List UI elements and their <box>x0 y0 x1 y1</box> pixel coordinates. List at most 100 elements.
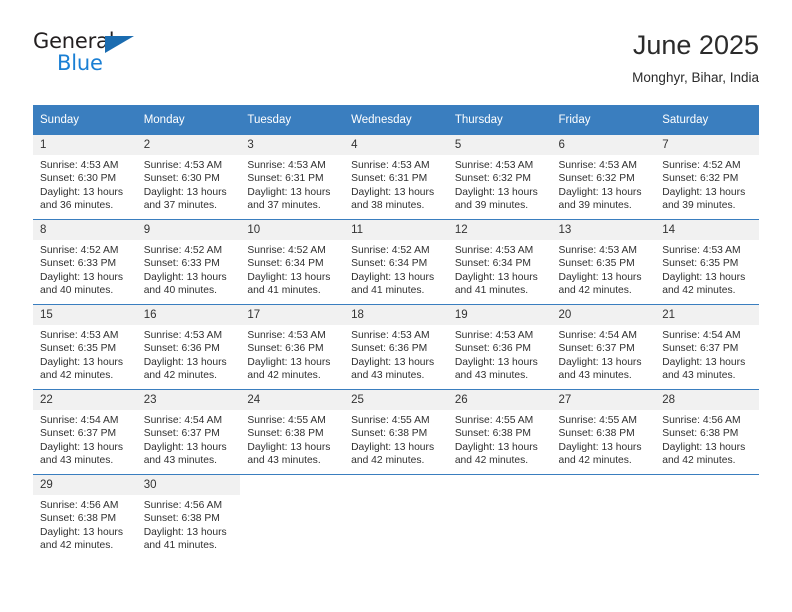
sunrise-text: Sunrise: 4:53 AM <box>143 330 223 341</box>
calendar-day-cell[interactable]: 27 Sunrise: 4:55 AM Sunset: 6:38 PM Dayligh… <box>551 390 656 474</box>
daylight-text: Daylight: 13 hours and 43 minutes. <box>40 441 123 466</box>
day-sun-info: Sunrise: 4:53 AM Sunset: 6:30 PM Daylight:… <box>33 155 137 212</box>
logo-text-blue: Blue <box>57 51 103 75</box>
day-sun-info: Sunrise: 4:55 AM Sunset: 6:38 PM Daylight:… <box>344 410 448 467</box>
daylight-text: Daylight: 13 hours and 42 minutes. <box>558 441 642 466</box>
day-sun-info: Sunrise: 4:53 AM Sunset: 6:30 PM Daylight:… <box>137 155 241 212</box>
day-sun-info: Sunrise: 4:52 AM Sunset: 6:33 PM Daylight:… <box>33 240 137 297</box>
calendar-day-cell[interactable]: 12 Sunrise: 4:53 AM Sunset: 6:34 PM Dayligh… <box>447 220 552 304</box>
sunrise-text: Sunrise: 4:55 AM <box>454 415 534 426</box>
daylight-text: Daylight: 13 hours and 42 minutes. <box>40 526 123 551</box>
daylight-text: Daylight: 13 hours and 42 minutes. <box>247 356 331 381</box>
daylight-text: Daylight: 13 hours and 42 minutes. <box>662 271 746 296</box>
calendar-body: 1 Sunrise: 4:53 AM Sunset: 6:30 PM Daylight… <box>33 135 759 559</box>
weekday-header-thursday: Thursday <box>447 105 552 135</box>
sunset-text: Sunset: 6:38 PM <box>143 513 220 525</box>
calendar-day-cell[interactable]: 20 Sunrise: 4:54 AM Sunset: 6:37 PM Dayligh… <box>551 305 656 389</box>
sunrise-text: Sunrise: 4:52 AM <box>40 245 119 256</box>
day-number: 2 <box>136 135 241 155</box>
sunrise-text: Sunrise: 4:53 AM <box>351 160 430 171</box>
calendar-day-cell[interactable]: 28 Sunrise: 4:56 AM Sunset: 6:38 PM Dayligh… <box>655 390 759 474</box>
calendar-day-cell[interactable]: 30 Sunrise: 4:56 AM Sunset: 6:38 PM Dayligh… <box>136 475 241 559</box>
day-number: 28 <box>655 390 759 410</box>
calendar-day-cell[interactable]: 25 Sunrise: 4:55 AM Sunset: 6:38 PM Dayligh… <box>344 390 448 474</box>
sunrise-text: Sunrise: 4:56 AM <box>662 415 741 426</box>
day-number <box>551 475 656 495</box>
day-sun-info: Sunrise: 4:53 AM Sunset: 6:31 PM Daylight:… <box>344 155 448 212</box>
day-number: 18 <box>344 305 448 325</box>
calendar-header-row: Sunday Monday Tuesday Wednesday Thursday… <box>33 105 759 135</box>
sunrise-text: Sunrise: 4:52 AM <box>247 245 326 256</box>
sunrise-text: Sunrise: 4:54 AM <box>662 330 741 341</box>
day-sun-info: Sunrise: 4:53 AM Sunset: 6:36 PM Daylight:… <box>137 325 241 382</box>
weekday-header-monday: Monday <box>136 105 241 135</box>
sunrise-text: Sunrise: 4:53 AM <box>143 160 223 171</box>
calendar-week-row: 1 Sunrise: 4:53 AM Sunset: 6:30 PM Daylight… <box>33 135 759 220</box>
sunset-text: Sunset: 6:38 PM <box>247 428 324 440</box>
calendar-page: General Blue June 2025 Monghyr, Bihar, I… <box>0 0 792 612</box>
calendar-day-cell[interactable]: 17 Sunrise: 4:53 AM Sunset: 6:36 PM Dayligh… <box>240 305 345 389</box>
sunrise-text: Sunrise: 4:55 AM <box>558 415 637 426</box>
calendar-day-cell[interactable]: 14 Sunrise: 4:53 AM Sunset: 6:35 PM Dayligh… <box>655 220 759 304</box>
day-sun-info: Sunrise: 4:53 AM Sunset: 6:31 PM Daylight:… <box>240 155 344 212</box>
calendar-day-cell[interactable]: 21 Sunrise: 4:54 AM Sunset: 6:37 PM Dayligh… <box>655 305 759 389</box>
calendar-day-cell[interactable]: 10 Sunrise: 4:52 AM Sunset: 6:34 PM Dayligh… <box>240 220 345 304</box>
sunset-text: Sunset: 6:38 PM <box>454 428 531 440</box>
day-sun-info: Sunrise: 4:52 AM Sunset: 6:34 PM Daylight:… <box>240 240 344 297</box>
day-sun-info: Sunrise: 4:53 AM Sunset: 6:35 PM Daylight:… <box>552 240 656 297</box>
calendar-day-cell[interactable]: 6 Sunrise: 4:53 AM Sunset: 6:32 PM Daylight… <box>551 135 656 219</box>
calendar-day-cell[interactable]: 11 Sunrise: 4:52 AM Sunset: 6:34 PM Dayligh… <box>344 220 448 304</box>
weekday-header-wednesday: Wednesday <box>344 105 448 135</box>
daylight-text: Daylight: 13 hours and 43 minutes. <box>247 441 331 466</box>
sunrise-text: Sunrise: 4:53 AM <box>454 160 534 171</box>
weekday-header-saturday: Saturday <box>655 105 759 135</box>
calendar-day-cell[interactable]: 4 Sunrise: 4:53 AM Sunset: 6:31 PM Daylight… <box>344 135 448 219</box>
day-number: 16 <box>136 305 241 325</box>
sunrise-text: Sunrise: 4:53 AM <box>247 330 326 341</box>
day-number: 22 <box>33 390 137 410</box>
calendar-day-cell[interactable]: 18 Sunrise: 4:53 AM Sunset: 6:36 PM Dayligh… <box>344 305 448 389</box>
calendar-day-cell[interactable]: 19 Sunrise: 4:53 AM Sunset: 6:36 PM Dayligh… <box>447 305 552 389</box>
calendar-week-row: 29 Sunrise: 4:56 AM Sunset: 6:38 PM Dayligh… <box>33 474 759 559</box>
calendar-day-cell[interactable]: 26 Sunrise: 4:55 AM Sunset: 6:38 PM Dayligh… <box>447 390 552 474</box>
daylight-text: Daylight: 13 hours and 43 minutes. <box>662 356 746 381</box>
calendar-day-cell[interactable]: 3 Sunrise: 4:53 AM Sunset: 6:31 PM Daylight… <box>240 135 345 219</box>
calendar-day-cell[interactable]: 13 Sunrise: 4:53 AM Sunset: 6:35 PM Dayligh… <box>551 220 656 304</box>
daylight-text: Daylight: 13 hours and 39 minutes. <box>454 186 538 211</box>
calendar-week-row: 22 Sunrise: 4:54 AM Sunset: 6:37 PM Dayligh… <box>33 389 759 475</box>
calendar-day-cell[interactable]: 1 Sunrise: 4:53 AM Sunset: 6:30 PM Daylight… <box>33 135 137 219</box>
calendar-day-cell[interactable]: 29 Sunrise: 4:56 AM Sunset: 6:38 PM Dayligh… <box>33 475 137 559</box>
day-sun-info: Sunrise: 4:53 AM Sunset: 6:36 PM Daylight:… <box>448 325 552 382</box>
sunrise-text: Sunrise: 4:53 AM <box>40 330 119 341</box>
day-sun-info: Sunrise: 4:52 AM Sunset: 6:33 PM Daylight:… <box>137 240 241 297</box>
daylight-text: Daylight: 13 hours and 43 minutes. <box>351 356 435 381</box>
daylight-text: Daylight: 13 hours and 39 minutes. <box>662 186 746 211</box>
day-number: 13 <box>551 220 656 240</box>
day-number: 15 <box>33 305 137 325</box>
calendar-day-cell[interactable]: 16 Sunrise: 4:53 AM Sunset: 6:36 PM Dayligh… <box>136 305 241 389</box>
day-number: 19 <box>447 305 552 325</box>
calendar-day-cell[interactable]: 2 Sunrise: 4:53 AM Sunset: 6:30 PM Daylight… <box>136 135 241 219</box>
logo-triangle-icon <box>105 36 134 53</box>
calendar-day-cell[interactable]: 5 Sunrise: 4:53 AM Sunset: 6:32 PM Daylight… <box>447 135 552 219</box>
calendar-empty-cell <box>551 475 656 559</box>
calendar-day-cell[interactable]: 7 Sunrise: 4:52 AM Sunset: 6:32 PM Daylight… <box>655 135 759 219</box>
weekday-header-sunday: Sunday <box>33 105 137 135</box>
sunset-text: Sunset: 6:33 PM <box>143 258 220 270</box>
calendar-day-cell[interactable]: 24 Sunrise: 4:55 AM Sunset: 6:38 PM Dayligh… <box>240 390 345 474</box>
calendar-day-cell[interactable]: 22 Sunrise: 4:54 AM Sunset: 6:37 PM Dayligh… <box>33 390 137 474</box>
sunset-text: Sunset: 6:34 PM <box>351 258 428 270</box>
calendar-day-cell[interactable]: 23 Sunrise: 4:54 AM Sunset: 6:37 PM Dayligh… <box>136 390 241 474</box>
day-sun-info: Sunrise: 4:56 AM Sunset: 6:38 PM Daylight:… <box>137 495 241 552</box>
sunset-text: Sunset: 6:36 PM <box>247 343 324 355</box>
calendar-day-cell[interactable]: 15 Sunrise: 4:53 AM Sunset: 6:35 PM Dayligh… <box>33 305 137 389</box>
calendar-day-cell[interactable]: 8 Sunrise: 4:52 AM Sunset: 6:33 PM Daylight… <box>33 220 137 304</box>
sunset-text: Sunset: 6:37 PM <box>558 343 635 355</box>
sunset-text: Sunset: 6:32 PM <box>558 173 635 185</box>
day-number <box>655 475 759 495</box>
day-sun-info: Sunrise: 4:53 AM Sunset: 6:32 PM Daylight:… <box>552 155 656 212</box>
calendar-day-cell[interactable]: 9 Sunrise: 4:52 AM Sunset: 6:33 PM Daylight… <box>136 220 241 304</box>
day-number: 5 <box>447 135 552 155</box>
day-sun-info: Sunrise: 4:53 AM Sunset: 6:36 PM Daylight:… <box>344 325 448 382</box>
page-header: General Blue June 2025 Monghyr, Bihar, I… <box>33 28 759 96</box>
